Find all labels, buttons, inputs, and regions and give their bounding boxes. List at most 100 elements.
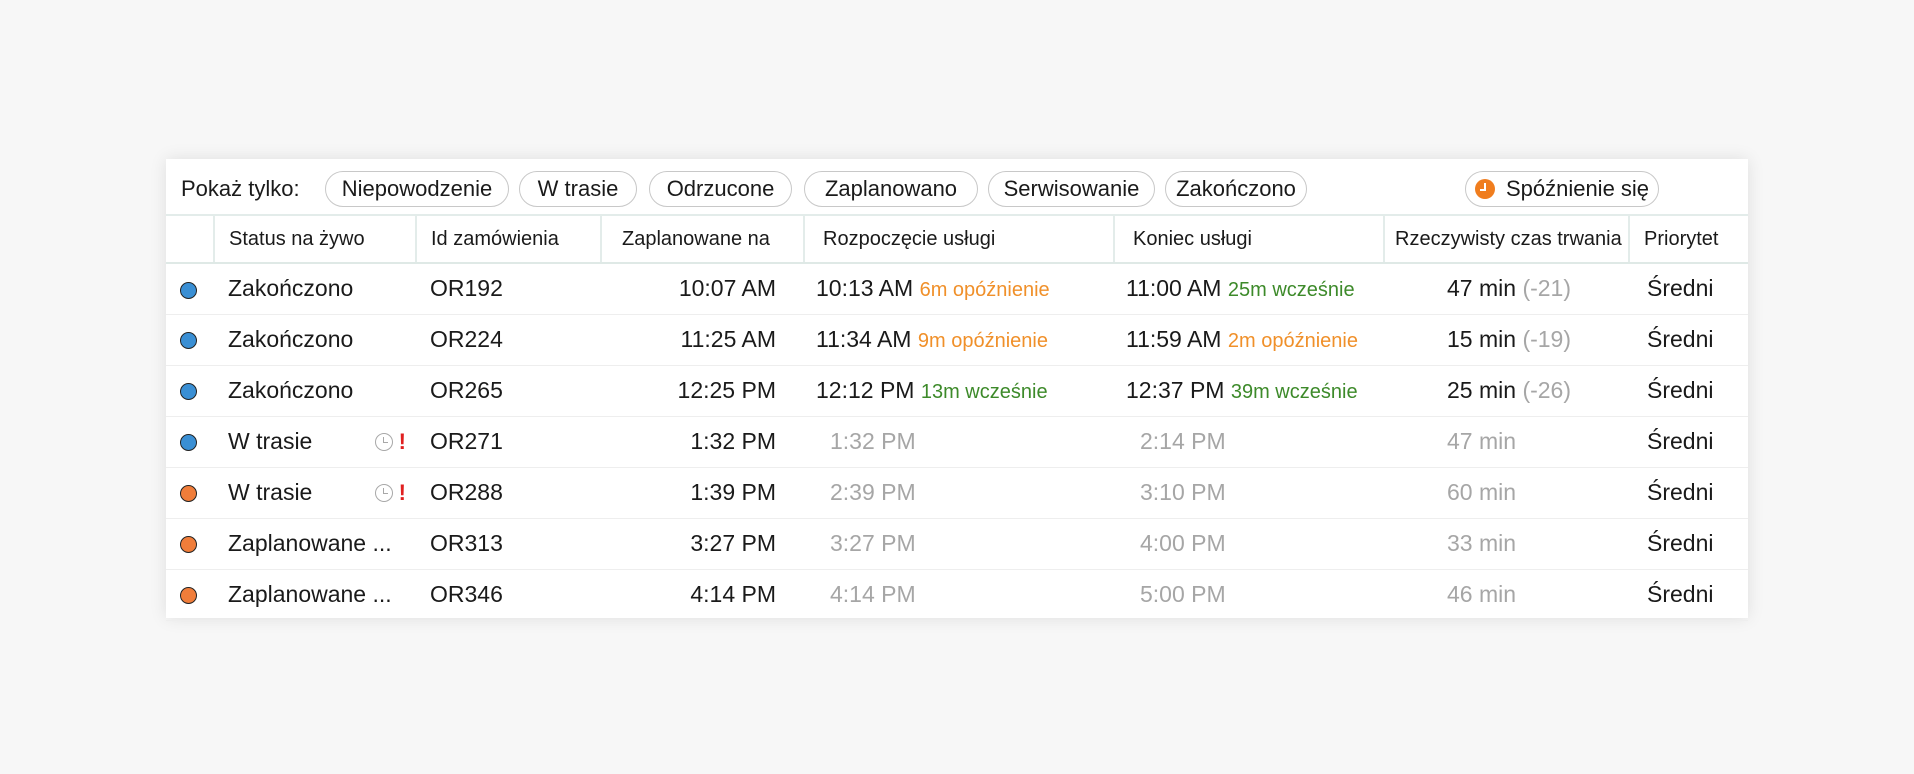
- order-id-cell[interactable]: OR271: [416, 416, 601, 468]
- status-cell: Zakończono: [214, 365, 416, 417]
- clock-icon: [374, 432, 393, 451]
- order-id-cell[interactable]: OR224: [416, 314, 601, 366]
- table-row[interactable]: Zakończono OR192 10:07 AM 10:13 AM 6m opóźn…: [166, 263, 1748, 315]
- service-end-time: 11:00 AM: [1126, 275, 1222, 302]
- status-label: Zakończono: [228, 275, 354, 302]
- priority-cell: Średni: [1629, 416, 1748, 468]
- orders-table: Status na żywo Id zamówienia Zaplanowane…: [166, 216, 1748, 621]
- status-dot-icon: [180, 536, 197, 554]
- filter-pill-late[interactable]: Spóźnienie się: [1465, 171, 1659, 207]
- header-service-start[interactable]: Rozpoczęcie usługi: [803, 216, 1114, 264]
- service-start-time: 12:12 PM: [816, 377, 915, 403]
- orders-panel: Pokaż tylko: Niepowodzenie W trasie Odrz…: [166, 159, 1748, 621]
- actual-duration-cell: 46 min: [1384, 569, 1629, 621]
- clock-icon: [374, 483, 393, 502]
- service-start-cell: 1:32 PM: [804, 416, 1114, 468]
- status-label: Zaplanowane ...: [228, 581, 392, 607]
- actual-duration-cell: 15 min (-19): [1384, 314, 1629, 366]
- service-end-cell: 5:00 PM: [1114, 569, 1384, 621]
- service-end-cell: 2:14 PM: [1114, 416, 1384, 468]
- service-end-cell: 11:00 AM 25m wcześnie: [1114, 263, 1384, 315]
- table-row[interactable]: Zaplanowane ... OR313 3:27 PM 3:27 PM 4:00 P…: [166, 518, 1748, 570]
- order-id-cell[interactable]: OR288: [416, 467, 601, 519]
- order-id-cell[interactable]: OR346: [416, 569, 601, 621]
- duration-delta: (-21): [1522, 275, 1571, 302]
- order-id-cell[interactable]: OR265: [416, 365, 601, 417]
- filter-label: Pokaż tylko:: [181, 176, 300, 201]
- service-end-note: 25m wcześnie: [1227, 279, 1355, 302]
- status-label: W trasie: [228, 428, 313, 454]
- filter-pill-failed[interactable]: Niepowodzenie: [325, 171, 509, 207]
- priority-cell: Średni: [1629, 365, 1748, 417]
- service-end-time: 12:37 PM: [1126, 377, 1225, 403]
- service-start-note: 9m opóźnienie: [917, 330, 1048, 352]
- header-order-id[interactable]: Id zamówienia: [415, 216, 601, 264]
- filter-bar: Pokaż tylko: Niepowodzenie W trasie Odrz…: [166, 159, 1748, 216]
- filter-pill-scheduled[interactable]: Zaplanowano: [804, 171, 978, 207]
- duration-value: 15 min: [1447, 326, 1517, 352]
- alert-icon: !: [398, 479, 406, 505]
- status-dot-cell: [166, 569, 214, 621]
- alert-icon: !: [398, 428, 406, 454]
- status-dot-cell: [166, 467, 214, 519]
- table-header-row: Status na żywo Id zamówienia Zaplanowane…: [166, 216, 1748, 264]
- status-cell: Zaplanowane ...: [214, 518, 416, 570]
- service-start-cell: 4:14 PM: [804, 569, 1114, 621]
- duration-value: 47 min: [1447, 275, 1517, 302]
- status-dot-cell: [166, 314, 214, 366]
- table-row[interactable]: Zakończono OR265 12:25 PM 12:12 PM 13m wcze…: [166, 365, 1748, 417]
- service-end-cell: 4:00 PM: [1114, 518, 1384, 570]
- service-start-time: 2:39 PM: [830, 479, 916, 505]
- service-end-note: 39m wcześnie: [1230, 381, 1358, 403]
- status-dot-icon: [180, 383, 197, 401]
- filter-pill-servicing[interactable]: Serwisowanie: [988, 171, 1155, 207]
- actual-duration-cell: 47 min: [1384, 416, 1629, 468]
- order-id-cell[interactable]: OR192: [416, 263, 601, 315]
- scheduled-cell: 4:14 PM: [601, 569, 804, 621]
- duration-value: 25 min: [1447, 377, 1517, 403]
- service-end-time: 5:00 PM: [1140, 581, 1226, 607]
- table-row[interactable]: Zaplanowane ... OR346 4:14 PM 4:14 PM 5:00 P…: [166, 569, 1748, 621]
- duration-value: 60 min: [1447, 479, 1517, 505]
- priority-cell: Średni: [1629, 467, 1748, 519]
- duration-delta: (-26): [1522, 377, 1571, 403]
- status-label: W trasie: [228, 479, 313, 505]
- service-start-time: 3:27 PM: [830, 530, 916, 556]
- service-start-time: 10:13 AM: [816, 275, 914, 302]
- filter-pill-rejected[interactable]: Odrzucone: [649, 171, 792, 207]
- status-label: Zakończono: [228, 326, 354, 352]
- service-start-time: 11:34 AM: [816, 326, 912, 352]
- service-start-cell: 2:39 PM: [804, 467, 1114, 519]
- order-id-cell[interactable]: OR313: [416, 518, 601, 570]
- duration-value: 33 min: [1447, 530, 1517, 556]
- actual-duration-cell: 33 min: [1384, 518, 1629, 570]
- service-end-time: 2:14 PM: [1140, 428, 1226, 454]
- header-scheduled[interactable]: Zaplanowane na: [600, 216, 804, 264]
- status-dot-cell: [166, 416, 214, 468]
- table-row[interactable]: Zakończono OR224 11:25 AM 11:34 AM 9m opóźn…: [166, 314, 1748, 366]
- status-label: Zakończono: [228, 377, 354, 403]
- filter-pill-completed[interactable]: Zakończono: [1165, 171, 1307, 207]
- header-service-end[interactable]: Koniec usługi: [1113, 216, 1384, 264]
- table-row[interactable]: W trasie! OR271 1:32 PM 1:32 PM 2:14 PM 47 mi…: [166, 416, 1748, 468]
- service-end-cell: 11:59 AM 2m opóźnienie: [1114, 314, 1384, 366]
- priority-cell: Średni: [1629, 518, 1748, 570]
- status-cell: Zaplanowane ...: [214, 569, 416, 621]
- scheduled-cell: 1:39 PM: [601, 467, 804, 519]
- header-status[interactable]: Status na żywo: [213, 216, 416, 264]
- status-dot-icon: [180, 485, 197, 503]
- filter-pill-en-route[interactable]: W trasie: [519, 171, 637, 207]
- scheduled-cell: 3:27 PM: [601, 518, 804, 570]
- service-start-cell: 10:13 AM 6m opóźnienie: [804, 263, 1114, 315]
- header-actual-duration[interactable]: Rzeczywisty czas trwania: [1383, 216, 1629, 264]
- scheduled-cell: 12:25 PM: [601, 365, 804, 417]
- service-end-time: 11:59 AM: [1126, 326, 1222, 352]
- late-pill-label: Spóźnienie się: [1505, 176, 1650, 201]
- header-priority[interactable]: Priorytet: [1628, 216, 1748, 264]
- duration-value: 46 min: [1447, 581, 1517, 607]
- service-start-note: 13m wcześnie: [920, 381, 1048, 403]
- service-start-cell: 11:34 AM 9m opóźnienie: [804, 314, 1114, 366]
- status-dot-cell: [166, 263, 214, 315]
- table-row[interactable]: W trasie! OR288 1:39 PM 2:39 PM 3:10 PM 60 mi…: [166, 467, 1748, 519]
- service-start-cell: 12:12 PM 13m wcześnie: [804, 365, 1114, 417]
